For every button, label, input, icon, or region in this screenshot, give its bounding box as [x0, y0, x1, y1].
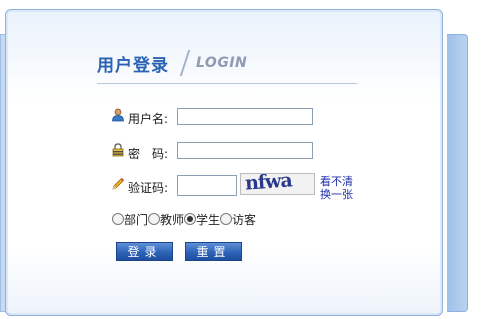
- radio-button[interactable]: [112, 213, 124, 225]
- lock-icon: [112, 143, 124, 157]
- captcha-image[interactable]: nfwa: [240, 173, 315, 195]
- password-label: 密 码:: [128, 147, 169, 161]
- role-option-teacher[interactable]: 教师: [148, 211, 184, 228]
- pencil-icon: [112, 178, 124, 190]
- radio-button[interactable]: [220, 213, 233, 225]
- role-label: 学生: [196, 213, 221, 227]
- reset-button[interactable]: 重置: [185, 242, 242, 261]
- captcha-refresh-line1: 看不清: [320, 175, 353, 188]
- login-title-english: LOGIN: [196, 55, 248, 71]
- radio-button-checked[interactable]: [184, 213, 197, 225]
- role-option-department[interactable]: 部门: [112, 211, 148, 228]
- captcha-input[interactable]: [177, 175, 237, 196]
- title-divider: [97, 83, 357, 84]
- login-button[interactable]: 登录: [116, 242, 173, 261]
- captcha-label: 验证码:: [128, 181, 169, 195]
- role-option-visitor[interactable]: 访客: [220, 211, 256, 228]
- captcha-refresh-link[interactable]: 看不清 换一张: [320, 175, 353, 201]
- password-input[interactable]: [177, 142, 313, 159]
- username-label: 用户名:: [128, 112, 169, 126]
- background-panel-right: [447, 34, 468, 312]
- role-label: 访客: [232, 213, 257, 227]
- role-label: 教师: [160, 213, 185, 227]
- login-title: 用户登录: [97, 56, 169, 76]
- captcha-refresh-line2: 换一张: [320, 188, 353, 201]
- role-label: 部门: [124, 213, 149, 227]
- captcha-text: nfwa: [244, 173, 293, 195]
- role-radio-group: 部门 教师 学生 访客: [112, 211, 256, 228]
- user-icon: [112, 108, 124, 122]
- username-input[interactable]: [177, 108, 313, 125]
- role-option-student[interactable]: 学生: [184, 211, 220, 228]
- radio-button[interactable]: [148, 213, 161, 225]
